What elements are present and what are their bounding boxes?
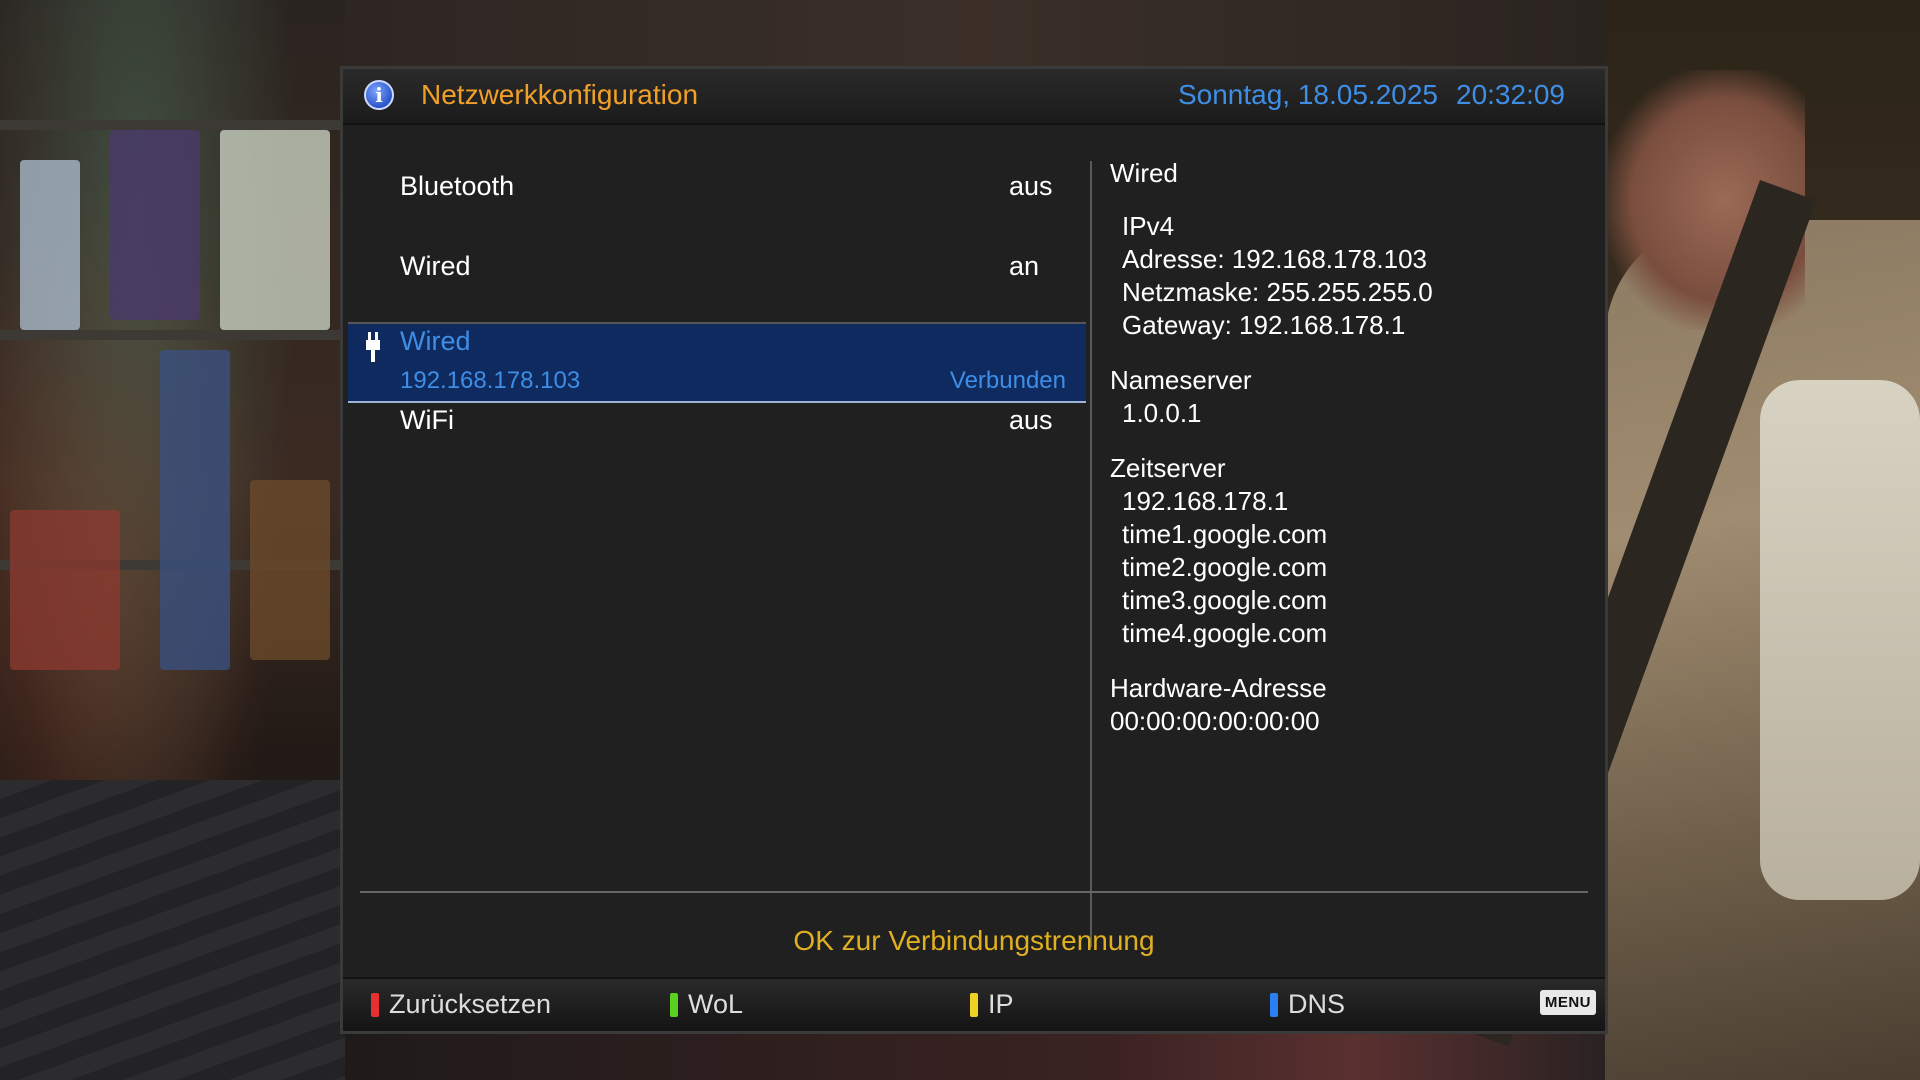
red-key-icon [371,992,379,1017]
ipv4-gateway: Gateway: 192.168.178.1 [1122,310,1406,340]
ipv4-netmask: Netzmaske: 255.255.255.0 [1122,277,1433,307]
list-item-wifi[interactable]: WiFi aus [348,403,1086,447]
wired-toggle-state: an [1009,251,1040,281]
network-config-dialog: i Netzwerkkonfiguration Sonntag, 18.05.2… [340,66,1608,1034]
ethernet-plug-icon [366,332,380,362]
blue-key-dns[interactable]: DNS [1270,989,1345,1020]
yellow-key-icon [970,992,978,1017]
wired-connection-ip: 192.168.178.103 [400,367,581,394]
background-person-sleeve [1760,380,1920,900]
bluetooth-state: aus [1009,171,1053,201]
background-counter [0,780,345,1080]
timeserver-value: time3.google.com [1122,585,1328,615]
timeserver-value: time2.google.com [1122,552,1328,582]
connection-details: Wired IPv4 Adresse: 192.168.178.103 Netz… [1110,158,1433,738]
background-top-strip [345,0,1605,66]
timeserver-value: time1.google.com [1122,519,1328,549]
list-item-wired-connection[interactable]: Wired 192.168.178.103 Verbunden [348,324,1086,403]
timeserver-heading: Zeitserver [1110,453,1226,483]
action-hint: OK zur Verbindungstrennung [793,925,1155,956]
background-shelf [0,120,345,130]
blue-key-icon [1270,992,1278,1017]
background-shelf [0,330,345,340]
background-goods [250,480,330,660]
color-key-bar: Zurücksetzen WoL IP DNS MENU [343,977,1605,1031]
wifi-state: aus [1009,405,1053,435]
green-key-icon [670,992,678,1017]
wifi-label: WiFi [400,405,454,435]
background-bottom-strip [345,1034,1605,1080]
hardware-address-heading: Hardware-Adresse [1110,673,1327,703]
wired-connection-status: Verbunden [949,367,1066,394]
date-text: Sonntag, 18.05.2025 [1177,79,1438,110]
yellow-key-ip[interactable]: IP [970,989,1014,1020]
title-bar: i Netzwerkkonfiguration Sonntag, 18.05.2… [343,69,1605,125]
background-goods [220,130,330,330]
menu-key[interactable]: MENU [1539,990,1596,1015]
date-time: Sonntag, 18.05.2025 20:32:09 [1178,79,1565,111]
blue-key-label: DNS [1288,989,1346,1019]
details-title: Wired [1110,158,1178,188]
hardware-address-value: 00:00:00:00:00:00 [1110,706,1320,736]
green-key-wol[interactable]: WoL [670,989,743,1020]
page-title: Netzwerkkonfiguration [421,79,699,110]
ipv4-address: Adresse: 192.168.178.103 [1122,244,1428,274]
interface-list: Bluetooth aus Wired an [348,159,1086,319]
list-item-wired-toggle[interactable]: Wired an [348,239,1086,319]
green-key-label: WoL [688,989,744,1019]
red-key-reset[interactable]: Zurücksetzen [371,989,551,1020]
background-goods [20,160,80,330]
bluetooth-label: Bluetooth [400,171,515,201]
nameserver-heading: Nameserver [1110,365,1252,395]
info-icon: i [364,80,394,110]
footer-divider [360,891,1588,893]
background-goods [10,510,120,670]
background-goods [160,350,230,670]
red-key-label: Zurücksetzen [389,989,552,1019]
list-item-bluetooth[interactable]: Bluetooth aus [348,159,1086,239]
timeserver-value: 192.168.178.1 [1122,486,1289,516]
background-goods [110,130,200,320]
panel-divider [1090,161,1092,947]
time-text: 20:32:09 [1456,79,1565,110]
ipv4-heading: IPv4 [1122,211,1175,241]
wired-connection-label: Wired [400,326,471,356]
yellow-key-label: IP [988,989,1014,1019]
wired-toggle-label: Wired [400,251,471,281]
nameserver-value: 1.0.0.1 [1122,398,1202,428]
timeserver-value: time4.google.com [1122,618,1328,648]
